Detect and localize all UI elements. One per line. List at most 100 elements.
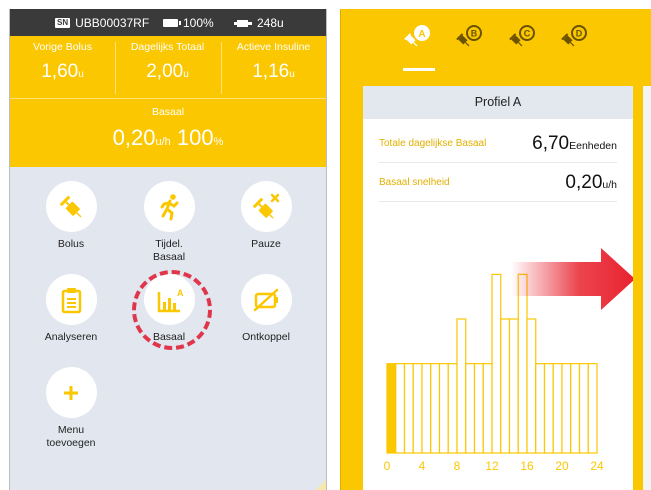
stat-value: 2,00 [146, 61, 184, 82]
x-tick-label: 20 [555, 459, 569, 473]
profile-tab-d[interactable]: D [560, 21, 590, 51]
profile-b-icon: B [456, 25, 482, 47]
profile-letter: B [471, 29, 478, 39]
basal-bar [430, 363, 441, 454]
x-tick-label: 0 [384, 459, 391, 473]
menu-label: Tijdel. [155, 238, 183, 250]
menu-label: toevoegen [46, 437, 96, 449]
home-screen: SN UBB00037RF 100% 248u Vorige Bolus 1,6… [9, 9, 327, 490]
daily-total: Dagelijks Totaal 2,00u [115, 41, 220, 83]
basal-bar [421, 363, 432, 454]
menu-label: Pauze [251, 238, 281, 250]
basal-label: Basaal [151, 106, 185, 118]
menu-label: Basaal [152, 251, 186, 263]
basal-profile-chart: 0 4 8 12 16 20 24 [384, 248, 633, 473]
corner-fold [314, 478, 326, 490]
disconnect-icon [253, 288, 279, 311]
profile-tab-c[interactable]: C [508, 21, 538, 51]
stat-label: Actieve Insuline [236, 41, 311, 53]
running-person-icon [160, 193, 179, 220]
basal-bar [578, 363, 589, 454]
profile-c-icon: C [509, 25, 535, 47]
menu-label: Menu [57, 424, 85, 436]
menu-item-temp-basal[interactable]: Tijdel. Basaal [119, 181, 219, 264]
sn-badge: SN [55, 18, 71, 28]
basal-bar [465, 363, 476, 454]
basal-bar [526, 318, 537, 454]
profile-letter: C [524, 29, 531, 39]
insulin-text: 248u [257, 16, 284, 30]
menu-item-analyse[interactable]: Analyseren [21, 274, 121, 344]
basal-bar [456, 318, 467, 454]
highlight-circle [132, 270, 212, 350]
profile-card: Profiel A Totale dagelijkse Basaal 6,70E… [363, 86, 633, 490]
basal-bar-current [386, 363, 397, 454]
profile-tab-b[interactable]: B [455, 21, 485, 51]
status-bar: SN UBB00037RF 100% 248u [10, 9, 326, 36]
basal-summary: Basaal 0,20u/h 100% [10, 106, 326, 151]
stat-label: Vorige Bolus [33, 41, 92, 53]
profile-letter: D [576, 29, 583, 39]
serial-number: SN UBB00037RF [55, 16, 149, 30]
basal-bar [587, 363, 598, 454]
stat-value: 1,60 [41, 61, 79, 82]
menu-item-bolus[interactable]: Bolus [21, 181, 121, 251]
battery-icon [163, 19, 181, 27]
basal-bar [412, 363, 423, 454]
x-tick-label: 8 [454, 459, 461, 473]
x-tick-label: 24 [590, 459, 604, 473]
basal-bar [438, 363, 449, 454]
previous-bolus: Vorige Bolus 1,60u [10, 41, 115, 83]
basal-bar [447, 363, 458, 454]
menu-label: Ontkoppel [242, 331, 290, 343]
menu-item-disconnect[interactable]: Ontkoppel [216, 274, 316, 344]
stat-unit: u [78, 69, 84, 80]
selected-tab-indicator [403, 68, 435, 71]
summary-panel: Vorige Bolus 1,60u Dagelijks Totaal 2,00… [10, 36, 326, 167]
battery-status: 100% [163, 16, 214, 30]
insulin-reservoir: 248u [234, 16, 284, 30]
stat-value: 1,16 [252, 61, 290, 82]
x-tick-label: 16 [520, 459, 534, 473]
basal-bar [482, 363, 493, 454]
basal-bar [570, 363, 581, 454]
x-tick-label: 4 [419, 459, 426, 473]
menu-label: Bolus [57, 238, 85, 250]
profile-a-icon: A [404, 25, 430, 47]
basal-rate-unit: u/h [155, 136, 171, 148]
syringe-icon [59, 195, 82, 217]
swipe-arrow [511, 248, 633, 310]
active-insulin: Actieve Insuline 1,16u [221, 41, 326, 83]
reservoir-icon [234, 19, 252, 27]
basal-bar [491, 273, 502, 454]
profile-letter: A [418, 29, 425, 40]
profile-d-icon: D [561, 25, 587, 47]
clipboard-icon [61, 287, 82, 313]
stat-unit: u [289, 69, 295, 80]
menu-label: Analyseren [44, 331, 98, 343]
pause-syringe-icon [252, 193, 280, 219]
basal-bar [403, 363, 414, 454]
plus-icon [64, 385, 78, 400]
serial-text: UBB00037RF [75, 16, 150, 30]
basal-rate: 0,20 [112, 125, 156, 150]
basal-percent-unit: % [213, 136, 224, 148]
basal-bar [543, 363, 554, 454]
basal-bar [473, 363, 484, 454]
basal-percent: 100 [176, 125, 214, 150]
basal-bar [517, 273, 528, 454]
basal-bar [535, 363, 546, 454]
basal-bar [552, 363, 563, 454]
basal-bar [508, 318, 519, 454]
next-profile-card[interactable] [643, 86, 651, 490]
menu-item-pause[interactable]: Pauze [216, 181, 316, 251]
stat-unit: u [183, 69, 189, 80]
menu-item-add-menu[interactable]: Menu toevoegen [21, 367, 121, 450]
stat-label: Dagelijks Totaal [130, 41, 205, 53]
basal-profile-screen: A B C D Profiel A Totale dagelijkse Basa… [340, 9, 651, 490]
battery-text: 100% [183, 16, 214, 30]
basal-bar [561, 363, 572, 454]
basal-bar [395, 363, 406, 454]
basal-bar [500, 318, 511, 454]
profile-tab-a[interactable]: A [403, 21, 433, 51]
